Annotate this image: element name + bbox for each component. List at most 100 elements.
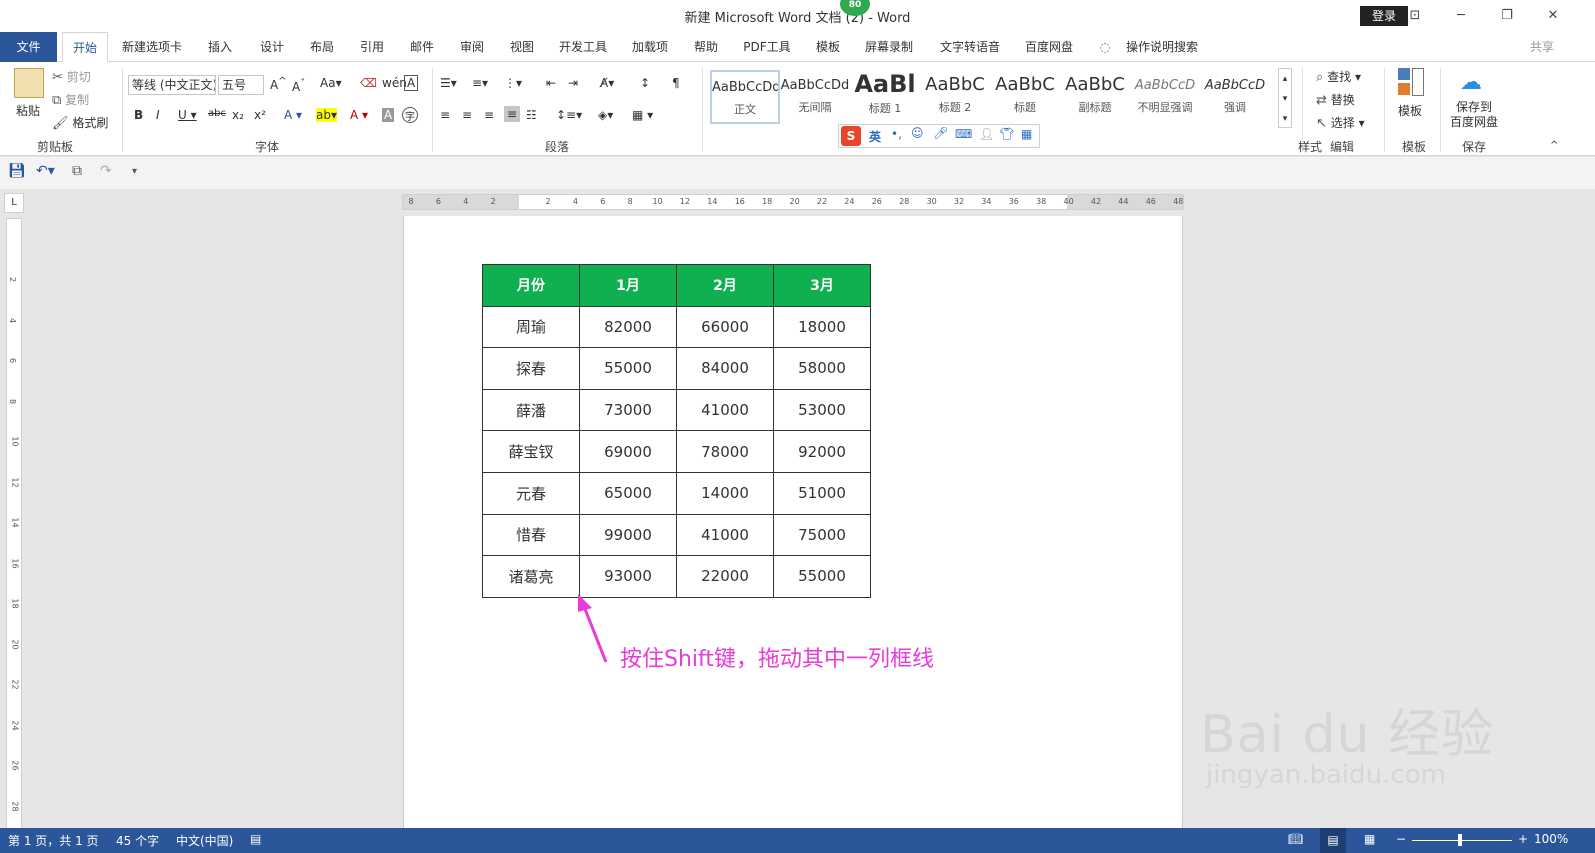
enclose-characters-icon[interactable]: 字 [402, 107, 418, 123]
toolbox-icon[interactable]: ▦ [1021, 127, 1032, 141]
restore-button[interactable]: ❐ [1484, 4, 1530, 28]
table-cell[interactable]: 58000 [773, 347, 871, 390]
table-cell[interactable]: 惜春 [482, 513, 580, 557]
zoom-in-icon[interactable]: + [1518, 832, 1528, 846]
close-button[interactable]: ✕ [1530, 4, 1576, 28]
microphone-icon[interactable]: 🎤︎ [933, 126, 948, 140]
align-center-icon[interactable]: ≡ [462, 108, 472, 122]
baidu-cloud-icon[interactable]: ☁ [1460, 70, 1482, 95]
numbering-icon[interactable]: ≡▾ [472, 76, 488, 90]
table-cell[interactable]: 75000 [773, 513, 871, 557]
vertical-ruler[interactable]: 2 4 6 8 10 12 14 16 18 20 22 24 26 28 [6, 218, 22, 853]
tab-developer[interactable]: 开发工具 [552, 32, 614, 62]
tab-pdf-tools[interactable]: PDF工具 [736, 32, 798, 62]
underline-icon[interactable]: U ▾ [178, 108, 197, 122]
decrease-indent-icon[interactable]: ⇤ [546, 76, 556, 90]
minimize-button[interactable]: ─ [1438, 4, 1484, 28]
paste-button[interactable]: 粘贴 [16, 102, 40, 119]
tab-help[interactable]: 帮助 [686, 32, 726, 62]
style-subtle-emphasis[interactable]: AaBbCcD 不明显强调 [1130, 70, 1200, 124]
customize-qat-icon[interactable]: ▾ [132, 166, 137, 177]
undo-icon[interactable]: ↶▾ [36, 163, 55, 179]
italic-icon[interactable]: I [156, 108, 160, 122]
table-cell[interactable]: 99000 [579, 513, 677, 557]
tell-me-search[interactable]: 操作说明搜索 [1120, 32, 1204, 62]
shrink-font-icon[interactable]: A˅ [292, 78, 305, 94]
macro-record-icon[interactable]: ▤ [250, 832, 261, 846]
subscript-icon[interactable]: x₂ [232, 108, 244, 122]
table-header-cell[interactable]: 1月 [579, 264, 677, 307]
style-normal[interactable]: AaBbCcDd 正文 [710, 70, 780, 124]
table-cell[interactable]: 69000 [579, 430, 677, 473]
style-emphasis[interactable]: AaBbCcD 强调 [1200, 70, 1270, 124]
align-left-icon[interactable]: ≡ [440, 108, 450, 122]
tab-templates[interactable]: 模板 [806, 32, 850, 62]
print-layout-icon[interactable]: ▤ [1320, 828, 1346, 853]
tab-file[interactable]: 文件 [0, 32, 57, 62]
tab-screen-record[interactable]: 屏幕录制 [858, 32, 920, 62]
styles-scroll[interactable]: ▴ ▾ ▾ [1278, 68, 1292, 128]
justify-icon[interactable]: ≡ [504, 106, 521, 122]
shading-icon[interactable]: ◈▾ [598, 108, 613, 122]
table-cell[interactable]: 78000 [676, 430, 774, 473]
sort-icon[interactable]: ↕ [640, 76, 650, 90]
table-cell[interactable]: 55000 [579, 347, 677, 390]
character-shading-icon[interactable]: A [382, 108, 395, 122]
tab-view[interactable]: 视图 [500, 32, 544, 62]
punctuation-icon[interactable]: •, [891, 127, 902, 141]
tab-selector[interactable]: L [4, 193, 24, 213]
ime-language-toggle[interactable]: 英 [869, 128, 881, 145]
table-cell[interactable]: 51000 [773, 471, 871, 515]
strikethrough-icon[interactable]: abc [208, 108, 226, 119]
word-count[interactable]: 45 个字 [116, 832, 159, 849]
text-effects-icon[interactable]: A ▾ [284, 108, 302, 122]
table-cell[interactable]: 探春 [482, 347, 580, 390]
multilevel-list-icon[interactable]: ⋮▾ [504, 76, 522, 90]
table-row[interactable]: 薛宝钗 69000 78000 92000 [482, 430, 871, 473]
share-button[interactable]: 共享 [1522, 32, 1562, 62]
touch-mode-icon[interactable]: ⧉ [72, 163, 82, 179]
table-cell[interactable]: 53000 [773, 388, 871, 432]
clear-format-icon[interactable]: ⌫ [360, 76, 377, 90]
web-layout-icon[interactable]: ▦ [1364, 832, 1375, 846]
table-cell[interactable]: 22000 [676, 555, 774, 598]
sogou-logo-icon[interactable]: S [841, 126, 861, 146]
zoom-slider-thumb[interactable] [1458, 834, 1462, 846]
style-heading-2[interactable]: AaBbC 标题 2 [920, 70, 990, 124]
table-header-cell[interactable]: 月份 [482, 264, 580, 307]
table-row[interactable]: 周瑜 82000 66000 18000 [482, 305, 871, 349]
table-cell[interactable]: 周瑜 [482, 305, 580, 349]
table-cell[interactable]: 18000 [773, 305, 871, 349]
increase-indent-icon[interactable]: ⇥ [568, 76, 578, 90]
table-cell[interactable]: 84000 [676, 347, 774, 390]
horizontal-ruler[interactable]: 8 6 4 2 2 4 6 8 10 12 14 16 18 20 22 24 26 28 30 32 34 36 38 40… [402, 194, 1184, 210]
font-color-icon[interactable]: A ▾ [350, 108, 368, 122]
tab-home[interactable]: 开始 [62, 32, 108, 62]
skin-icon[interactable]: 👕︎ [999, 127, 1014, 141]
align-right-icon[interactable]: ≡ [484, 108, 494, 122]
grow-font-icon[interactable]: A^ [270, 76, 287, 92]
table-cell[interactable]: 92000 [773, 430, 871, 473]
style-heading-1[interactable]: AaBl 标题 1 [850, 70, 920, 124]
zoom-level[interactable]: 100% [1534, 832, 1568, 846]
table-cell[interactable]: 薛宝钗 [482, 430, 580, 473]
redo-icon[interactable]: ↷ [100, 163, 112, 179]
table-row[interactable]: 惜春 99000 41000 75000 [482, 513, 871, 557]
table-cell[interactable]: 65000 [579, 471, 677, 515]
table-cell[interactable]: 41000 [676, 388, 774, 432]
character-border-icon[interactable]: A [404, 75, 419, 91]
font-size-combo[interactable]: 五号 [218, 75, 264, 95]
change-case-icon[interactable]: Aa▾ [320, 76, 342, 90]
table-cell[interactable]: 薛潘 [482, 388, 580, 432]
find-button[interactable]: ⌕ 查找 ▾ [1316, 68, 1361, 85]
table-cell[interactable]: 55000 [773, 555, 871, 598]
line-spacing-icon[interactable]: ↕≡▾ [556, 108, 582, 122]
distributed-icon[interactable]: ☷ [526, 108, 537, 122]
keyboard-icon[interactable]: ⌨ [955, 127, 972, 141]
data-table[interactable]: 月份 1月 2月 3月 周瑜 82000 66000 18000 探春 55000 84000 58… [482, 264, 871, 598]
chinese-layout-icon[interactable]: A̸▾ [600, 76, 614, 90]
tab-design[interactable]: 设计 [250, 32, 294, 62]
table-row[interactable]: 探春 55000 84000 58000 [482, 347, 871, 390]
tab-text-to-speech[interactable]: 文字转语音 [932, 32, 1008, 62]
tab-mailings[interactable]: 邮件 [400, 32, 444, 62]
